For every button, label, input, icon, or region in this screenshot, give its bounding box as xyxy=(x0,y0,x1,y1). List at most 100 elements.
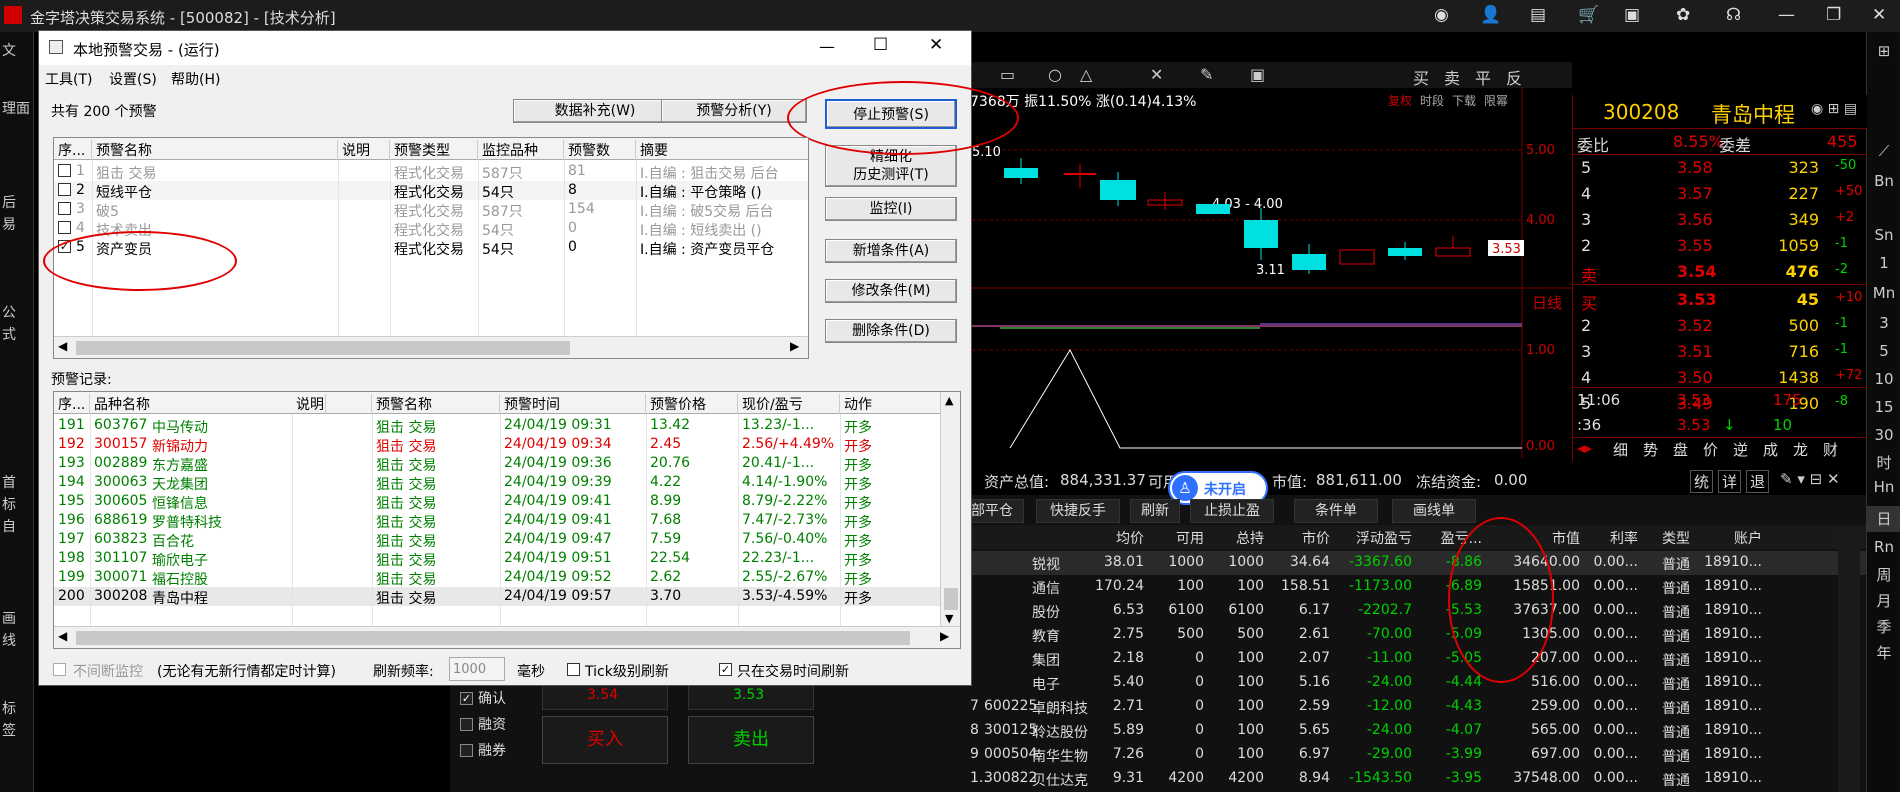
col-hold[interactable]: 总持 xyxy=(1204,528,1264,548)
left-nav-item[interactable]: 自 xyxy=(2,516,16,536)
tab-stop-loss[interactable]: 止损止盈 xyxy=(1190,499,1274,523)
confirm-checkbox[interactable]: ✓ xyxy=(460,692,473,705)
alert-checkbox[interactable] xyxy=(58,164,71,177)
left-nav-item[interactable]: 标 xyxy=(2,494,16,514)
quote-tab[interactable]: 盘 xyxy=(1673,439,1688,460)
period-item[interactable]: 10 xyxy=(1867,370,1900,388)
col-summary[interactable]: 摘要 xyxy=(636,140,808,160)
toolbar-sell[interactable]: 卖 xyxy=(1444,65,1460,89)
col-type[interactable]: 类型 xyxy=(1638,528,1690,548)
alert-row[interactable]: 3 破5 程式化交易 587只 154 I.自编 : 破5交易 后台 xyxy=(54,200,808,220)
record-row[interactable]: 199 300071 福石控股 狙击 交易 24/04/19 09:52 2.6… xyxy=(54,568,940,588)
position-row[interactable]: 教育 2.75 500 500 2.61 -70.00 -5.09 1305.0… xyxy=(960,623,1866,647)
col-name[interactable]: 预警名称 xyxy=(92,140,338,160)
tab-quick-reverse[interactable]: 快捷反手 xyxy=(1036,499,1120,523)
minimize-icon[interactable]: — xyxy=(819,37,835,56)
add-condition-button[interactable]: 新增条件(A) xyxy=(825,239,957,263)
save-tool-icon[interactable]: ▣ xyxy=(1250,65,1265,84)
triangle-tool-icon[interactable]: △ xyxy=(1080,65,1092,84)
period-item[interactable]: Rn xyxy=(1867,538,1900,556)
record-row[interactable]: 198 301107 瑜欣电子 狙击 交易 24/04/19 09:51 22.… xyxy=(54,549,940,569)
alert-hscroll[interactable]: ◀ ▶ xyxy=(54,336,808,358)
left-nav-item[interactable]: 首 xyxy=(2,472,16,492)
tab-conditional[interactable]: 条件单 xyxy=(1294,499,1378,523)
left-nav-item[interactable]: 式 xyxy=(2,324,16,344)
chart-label[interactable]: 时段 xyxy=(1420,93,1444,108)
position-row[interactable]: 1.. 300822 贝仕达克 9.31 4200 4200 8.94 -154… xyxy=(960,767,1866,791)
document-icon[interactable]: ▤ xyxy=(1530,5,1546,25)
col-desc[interactable]: 说明 xyxy=(338,140,390,160)
period-item[interactable]: Sn xyxy=(1867,226,1900,244)
menu-help[interactable]: 帮助(H) xyxy=(171,69,220,89)
scroll-down-icon[interactable]: ▼ xyxy=(945,612,953,625)
restore-icon[interactable]: ❐ xyxy=(1826,5,1841,25)
period-item[interactable]: 年 xyxy=(1867,642,1900,663)
draw-line-icon[interactable]: ⟋ xyxy=(1867,142,1900,160)
cart-icon[interactable]: 🛒 xyxy=(1578,5,1599,25)
period-item-day[interactable]: 日 xyxy=(1867,506,1900,532)
kline-chart[interactable]: 7368万 振11.50% 涨(0.14)4.13% 复权 时段 下载 限幂 5… xyxy=(960,88,1572,458)
col-desc[interactable]: 说明 xyxy=(292,394,372,414)
scroll-right-icon[interactable]: ▶ xyxy=(940,629,949,643)
col-action[interactable]: 动作 xyxy=(840,394,944,414)
scroll-up-icon[interactable]: ▲ xyxy=(945,394,953,407)
detail-button[interactable]: 详 xyxy=(1718,470,1742,493)
toolbar-buy[interactable]: 买 xyxy=(1413,65,1429,89)
col-alert[interactable]: 预警名称 xyxy=(372,394,500,414)
records-vscroll[interactable]: ▲ ▼ xyxy=(940,392,960,626)
quote-tab[interactable]: 细 xyxy=(1613,439,1628,460)
period-item[interactable]: 3 xyxy=(1867,314,1900,332)
col-pl[interactable]: 浮动盈亏 xyxy=(1330,528,1412,548)
col-rate[interactable]: 利率 xyxy=(1580,528,1638,548)
position-row[interactable]: 7 600225 卓朗科技 2.71 0 100 2.59 -12.00 -4.… xyxy=(960,695,1866,719)
pen-tool-icon[interactable]: ✎ xyxy=(1200,65,1213,84)
position-row[interactable]: 9 000504 南华生物 7.26 0 100 6.97 -29.00 -3.… xyxy=(960,743,1866,767)
period-item[interactable]: 5 xyxy=(1867,342,1900,360)
monitor-button[interactable]: 监控(I) xyxy=(825,197,957,221)
alert-row[interactable]: 2 短线平仓 程式化交易 54只 8 I.自编 : 平仓策略 () xyxy=(54,181,808,201)
alert-checkbox[interactable] xyxy=(58,202,71,215)
headset-icon[interactable]: ☊ xyxy=(1726,5,1741,25)
quote-tab[interactable]: 逆 xyxy=(1733,439,1748,460)
menu-tools[interactable]: 工具(T) xyxy=(45,69,92,89)
record-row[interactable]: 194 300063 天龙集团 狙击 交易 24/04/19 09:39 4.2… xyxy=(54,473,940,493)
period-item[interactable]: Bn xyxy=(1867,172,1900,190)
scroll-right-icon[interactable]: ▶ xyxy=(790,339,799,353)
tick-refresh-checkbox[interactable] xyxy=(567,663,580,676)
chart-label[interactable]: 复权 xyxy=(1388,94,1412,108)
left-nav-item[interactable]: 后 xyxy=(2,192,16,212)
prev-icon[interactable]: ◂▸ xyxy=(1577,439,1592,457)
col-symbol[interactable]: 品种名称 xyxy=(90,394,326,414)
record-row[interactable]: 192 300157 新锦动力 狙击 交易 24/04/19 09:34 2.4… xyxy=(54,435,940,455)
toolbar-flat[interactable]: 平 xyxy=(1475,65,1491,89)
record-row[interactable]: 195 300605 恒锋信息 狙击 交易 24/04/19 09:41 8.9… xyxy=(54,492,940,512)
quote-tab[interactable]: 龙 xyxy=(1793,439,1808,460)
position-row[interactable]: 锐视 38.01 1000 1000 34.64 -3367.60 -8.86 … xyxy=(960,551,1866,575)
period-item[interactable]: Hn xyxy=(1867,478,1900,496)
delete-tool-icon[interactable]: ✕ xyxy=(1150,65,1163,84)
short-checkbox[interactable] xyxy=(460,744,473,757)
period-item[interactable]: 30 xyxy=(1867,426,1900,444)
record-row[interactable]: 196 688619 罗普特科技 狙击 交易 24/04/19 09:41 7.… xyxy=(54,511,940,531)
scroll-thumb[interactable] xyxy=(76,631,910,645)
record-row[interactable]: 193 002889 东方嘉盛 狙击 交易 24/04/19 09:36 20.… xyxy=(54,454,940,474)
records-hscroll[interactable]: ◀ ▶ xyxy=(54,626,960,648)
exit-button[interactable]: 退 xyxy=(1746,470,1770,493)
alert-row[interactable]: 1 狙击 交易 程式化交易 587只 81 I.自编 : 狙击交易 后台 xyxy=(54,162,808,182)
left-nav-item[interactable]: 文 xyxy=(2,40,16,60)
quote-tab[interactable]: 价 xyxy=(1703,439,1718,460)
continuous-monitor-checkbox[interactable] xyxy=(53,663,66,676)
close-icon[interactable]: ✕ xyxy=(1872,5,1886,25)
close-icon[interactable]: ✕ xyxy=(929,35,943,55)
period-item[interactable]: Mn xyxy=(1867,284,1900,302)
only-trade-checkbox[interactable]: ✓ xyxy=(719,663,732,676)
col-avail[interactable]: 可用 xyxy=(1144,528,1204,548)
chart-label[interactable]: 限幂 xyxy=(1484,94,1508,108)
maximize-icon[interactable]: ☐ xyxy=(873,35,888,55)
circle-tool-icon[interactable]: ○ xyxy=(1048,65,1062,84)
record-row[interactable]: 200 300208 青岛中程 狙击 交易 24/04/19 09:57 3.7… xyxy=(54,587,940,607)
record-row[interactable]: 191 603767 中马传动 狙击 交易 24/04/19 09:31 13.… xyxy=(54,416,940,436)
left-nav-item[interactable]: 线 xyxy=(2,630,16,650)
menu-settings[interactable]: 设置(S) xyxy=(109,69,157,89)
positions-scrollbar[interactable] xyxy=(1838,527,1860,792)
